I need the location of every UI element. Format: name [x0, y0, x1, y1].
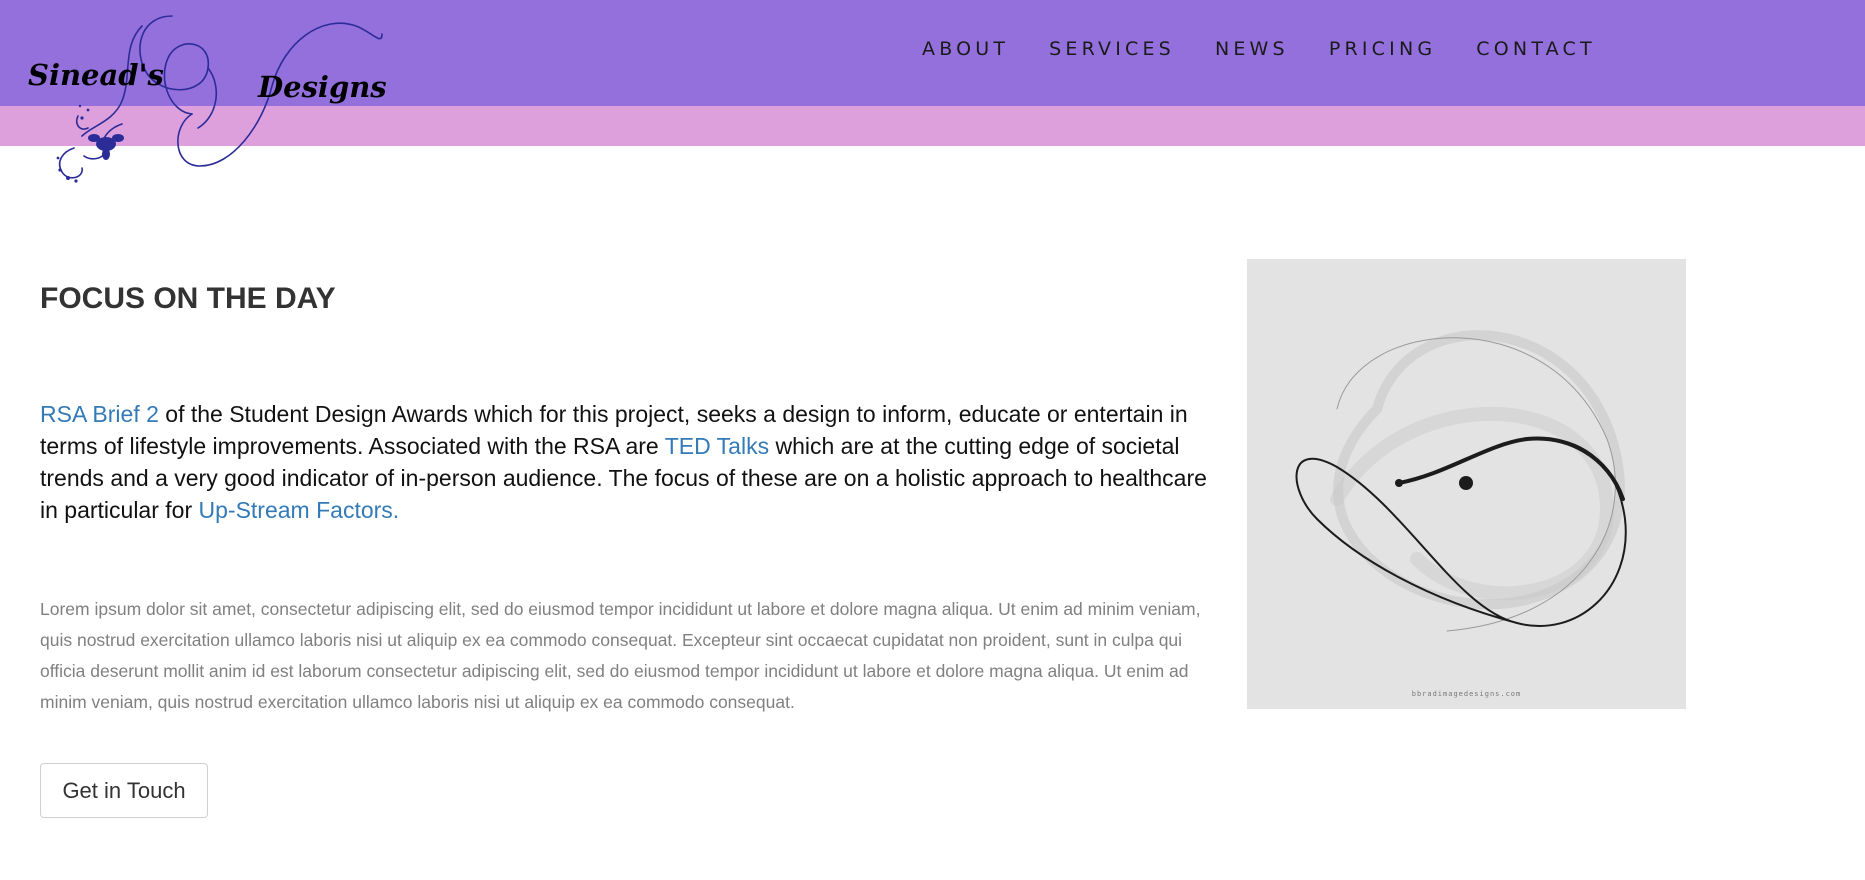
link-ted-talks[interactable]: TED Talks: [665, 433, 769, 459]
abstract-curve-artwork: [1247, 259, 1686, 709]
body-paragraph: Lorem ipsum dolor sit amet, consectetur …: [40, 599, 1201, 712]
nav-item-about[interactable]: ABOUT: [922, 38, 1009, 60]
image-caption: bbradimagedesigns.com: [1411, 690, 1522, 698]
link-upstream-factors[interactable]: Up-Stream Factors.: [199, 497, 400, 523]
feature-image: bbradimagedesigns.com: [1247, 259, 1686, 709]
nav-item-services[interactable]: SERVICES: [1049, 38, 1175, 60]
link-rsa-brief[interactable]: RSA Brief 2: [40, 401, 159, 427]
logo-text-sineads: Sinead's: [28, 58, 164, 92]
nav-item-pricing[interactable]: PRICING: [1329, 38, 1436, 60]
get-in-touch-button[interactable]: Get in Touch: [40, 763, 208, 818]
site-logo[interactable]: Sinead's Designs: [22, 6, 392, 191]
nav-item-contact[interactable]: CONTACT: [1476, 38, 1596, 60]
logo-text-designs: Designs: [258, 70, 387, 104]
intro-paragraph: RSA Brief 2 of the Student Design Awards…: [40, 398, 1220, 526]
nav-item-news[interactable]: NEWS: [1215, 38, 1289, 60]
section-heading: FOCUS ON THE DAY: [40, 282, 336, 315]
main-nav: ABOUT SERVICES NEWS PRICING CONTACT: [922, 38, 1596, 60]
